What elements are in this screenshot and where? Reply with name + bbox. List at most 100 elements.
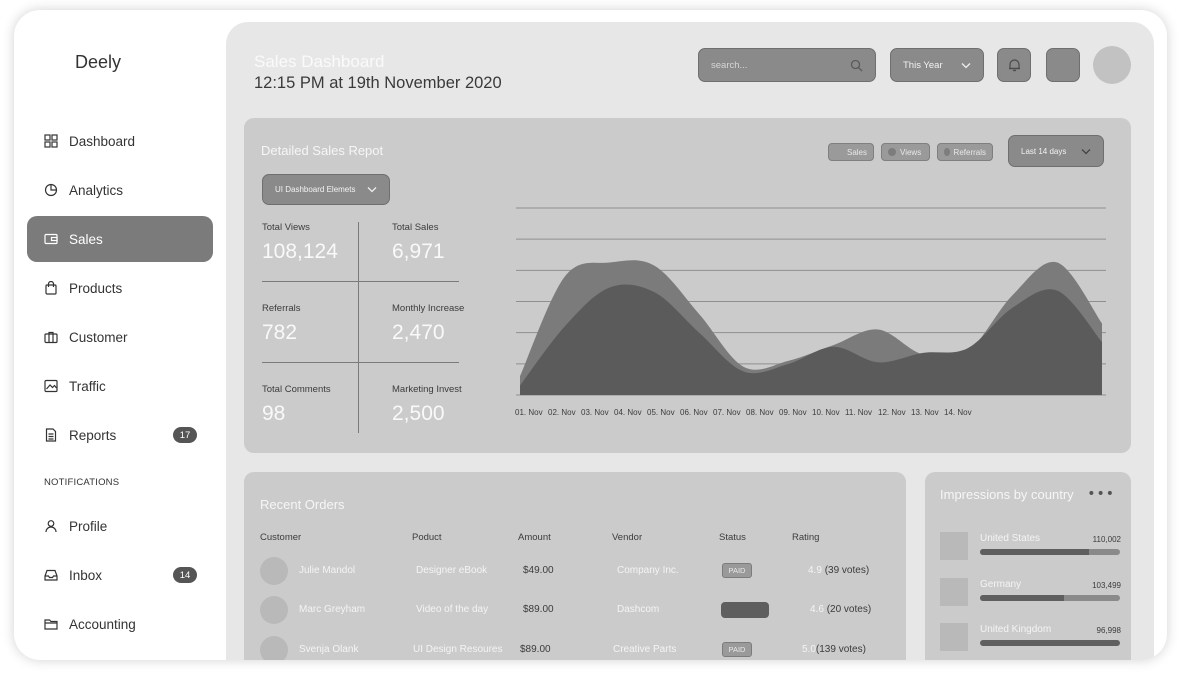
x-axis-tick-label: 13. Nov [911,408,939,417]
sidebar: Deely Dashboard Analytics Sales Products [14,10,226,660]
x-axis-tick-label: 10. Nov [812,408,840,417]
briefcase-icon [44,330,58,344]
sidebar-item-label: Sales [69,231,103,247]
notifications-button[interactable] [997,48,1031,82]
brand-logo: Deely [75,52,122,72]
x-axis-tick-label: 04. Nov [614,408,642,417]
product-name: Video of the day [416,604,489,615]
reports-count-badge: 17 [173,427,197,443]
country-progress-fill [980,595,1064,601]
stat-total-sales-value: 6,971 [392,240,445,263]
stat-monthly-increase-value: 2,470 [392,321,445,344]
range-select[interactable]: Last 14 days [1008,135,1104,167]
rating-score: 4.6 [810,604,824,615]
country-name: Germany [980,579,1022,590]
rating: 4.6 (20 votes) [810,604,871,615]
x-axis-tick-label: 08. Nov [746,408,774,417]
column-header-product: Poduct [412,532,442,543]
sidebar-item-dashboard[interactable]: Dashboard [27,118,213,164]
page-title: Sales Dashboard [254,52,385,71]
search-icon[interactable] [850,59,863,72]
user-icon [44,519,58,533]
country-progress-fill [980,549,1090,555]
country-flag [940,532,968,560]
legend-referrals[interactable]: Referrals [937,143,993,161]
column-header-customer: Customer [260,532,302,543]
column-header-rating: Rating [792,532,820,543]
legend-dot [888,148,896,156]
wallet-icon [44,232,58,246]
customer-name: Svenja Olank [299,644,359,655]
x-axis-tick-label: 02. Nov [548,408,576,417]
x-axis-tick-label: 05. Nov [647,408,675,417]
impressions-card: Impressions by country ••• United States… [925,472,1131,660]
sales-report-title: Detailed Sales Repot [261,143,384,158]
sidebar-item-sales[interactable]: Sales [27,216,213,262]
folder-icon [44,617,58,631]
country-name: United Kingdom [980,624,1052,635]
legend-label: Referrals [953,147,986,157]
vendor-name: Company Inc. [617,565,679,576]
sidebar-item-label: Inbox [69,567,103,583]
sidebar-item-label: Reports [69,427,117,443]
range-select-value: Last 14 days [1021,146,1067,156]
legend-label: Views [900,147,922,157]
status-badge: PAID [722,642,752,657]
x-axis-tick-label: 03. Nov [581,408,609,417]
rating-score: 4.9 [808,565,822,576]
legend-views[interactable]: Views [881,143,930,161]
search-input[interactable] [711,59,850,71]
recent-orders-title: Recent Orders [260,497,345,512]
sales-area-chart [516,207,1106,396]
country-progress-bar [980,595,1120,601]
legend-sales[interactable]: Sales [828,143,874,161]
country-flag [940,623,968,651]
stat-total-sales-label: Total Sales [392,222,439,233]
stats-divider [262,281,459,282]
chevron-down-icon [961,62,971,68]
product-name: UI Design Resoures [413,644,503,655]
customer-avatar [260,596,288,624]
pie-icon [44,183,58,197]
bell-icon [1008,59,1020,72]
x-axis-tick-label: 06. Nov [680,408,708,417]
period-select-value: This Year [903,59,943,71]
settings-button[interactable] [1046,48,1080,82]
report-filter-select[interactable]: UI Dashboard Elemets [262,174,390,205]
legend-label: Sales [846,147,867,157]
search-box[interactable] [698,48,876,82]
stat-total-comments-value: 98 [262,402,286,425]
status-badge [721,602,769,618]
sidebar-item-inbox[interactable]: Inbox 14 [27,552,213,598]
impressions-title: Impressions by country [940,487,1074,502]
period-select[interactable]: This Year [890,48,984,82]
user-avatar[interactable] [1093,46,1131,84]
rating: 5.0(139 votes) [802,644,866,655]
legend-dot [944,148,950,156]
sidebar-item-label: Dashboard [69,133,136,149]
sidebar-item-traffic[interactable]: Traffic [27,363,213,409]
sidebar-item-profile[interactable]: Profile [27,503,213,549]
sidebar-item-label: Products [69,280,123,296]
document-icon [44,428,58,442]
sidebar-item-customer[interactable]: Customer [27,314,213,360]
vendor-name: Creative Parts [613,644,677,655]
rating: 4.9 (39 votes) [808,565,869,576]
more-options-icon[interactable]: ••• [1087,486,1115,502]
sidebar-item-analytics[interactable]: Analytics [27,167,213,213]
country-progress-bar [980,549,1120,555]
sidebar-item-products[interactable]: Products [27,265,213,311]
country-flag [940,578,968,606]
chevron-down-icon [1081,148,1091,154]
country-value: 103,499 [1092,581,1121,590]
customer-name: Julie Mandol [299,565,356,576]
rating-score: 5.0 [802,644,816,655]
x-axis-tick-label: 11. Nov [845,408,872,417]
stat-monthly-increase-label: Monthly Increase [392,303,465,314]
sidebar-item-accounting[interactable]: Accounting [27,601,213,647]
page-timestamp: 12:15 PM at 19th November 2020 [254,74,502,92]
recent-orders-card: Recent Orders Customer Poduct Amount Ven… [244,472,906,660]
country-progress-fill [980,640,1120,646]
sidebar-item-reports[interactable]: Reports 17 [27,412,213,458]
x-axis-tick-label: 07. Nov [713,408,741,417]
